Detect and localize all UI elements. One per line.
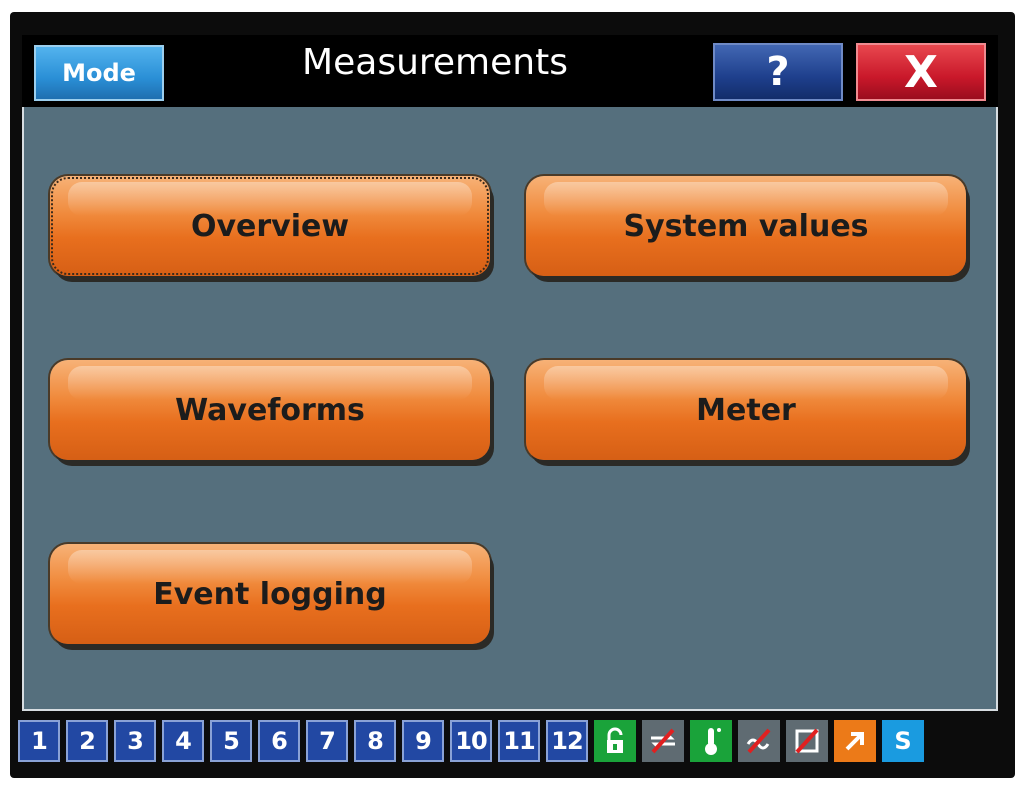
tab-7[interactable]: 7 (306, 720, 348, 762)
tab-4[interactable]: 4 (162, 720, 204, 762)
arrow-glyph (845, 732, 864, 751)
swap-arrows-glyph (651, 728, 675, 754)
device-glyph (795, 728, 819, 754)
tab-1[interactable]: 1 (18, 720, 60, 762)
tab-3[interactable]: 3 (114, 720, 156, 762)
help-button[interactable]: ? (713, 43, 843, 101)
page-title: Measurements (302, 42, 568, 83)
overview-label: Overview (190, 208, 350, 244)
unlock-icon[interactable] (594, 720, 636, 762)
close-button[interactable]: X (856, 43, 986, 101)
link-disabled-icon[interactable] (738, 720, 780, 762)
tab-2[interactable]: 2 (66, 720, 108, 762)
swap-arrows-disabled-icon[interactable] (642, 720, 684, 762)
meter-label: Meter (696, 392, 796, 428)
tab-10[interactable]: 10 (450, 720, 492, 762)
event-logging-button[interactable]: Event logging (50, 544, 490, 644)
tab-8[interactable]: 8 (354, 720, 396, 762)
status-bar: 1 2 3 4 5 6 7 8 9 10 11 12 S (18, 717, 1003, 765)
waveforms-label: Waveforms (175, 392, 365, 428)
tab-9[interactable]: 9 (402, 720, 444, 762)
tab-12[interactable]: 12 (546, 720, 588, 762)
thermometer-glyph (705, 728, 721, 755)
overview-button[interactable]: Overview (50, 176, 490, 276)
tab-11[interactable]: 11 (498, 720, 540, 762)
unlock-glyph (607, 727, 623, 753)
event-logging-label: Event logging (153, 576, 387, 612)
meter-button[interactable]: Meter (526, 360, 966, 460)
mode-button[interactable]: Mode (34, 45, 164, 101)
thermometer-icon[interactable] (690, 720, 732, 762)
tab-5[interactable]: 5 (210, 720, 252, 762)
tab-6[interactable]: 6 (258, 720, 300, 762)
s-icon[interactable]: S (882, 720, 924, 762)
system-values-label: System values (623, 208, 869, 244)
link-glyph (746, 728, 771, 754)
device-disabled-icon[interactable] (786, 720, 828, 762)
system-values-button[interactable]: System values (526, 176, 966, 276)
arrow-up-right-icon[interactable] (834, 720, 876, 762)
waveforms-button[interactable]: Waveforms (50, 360, 490, 460)
